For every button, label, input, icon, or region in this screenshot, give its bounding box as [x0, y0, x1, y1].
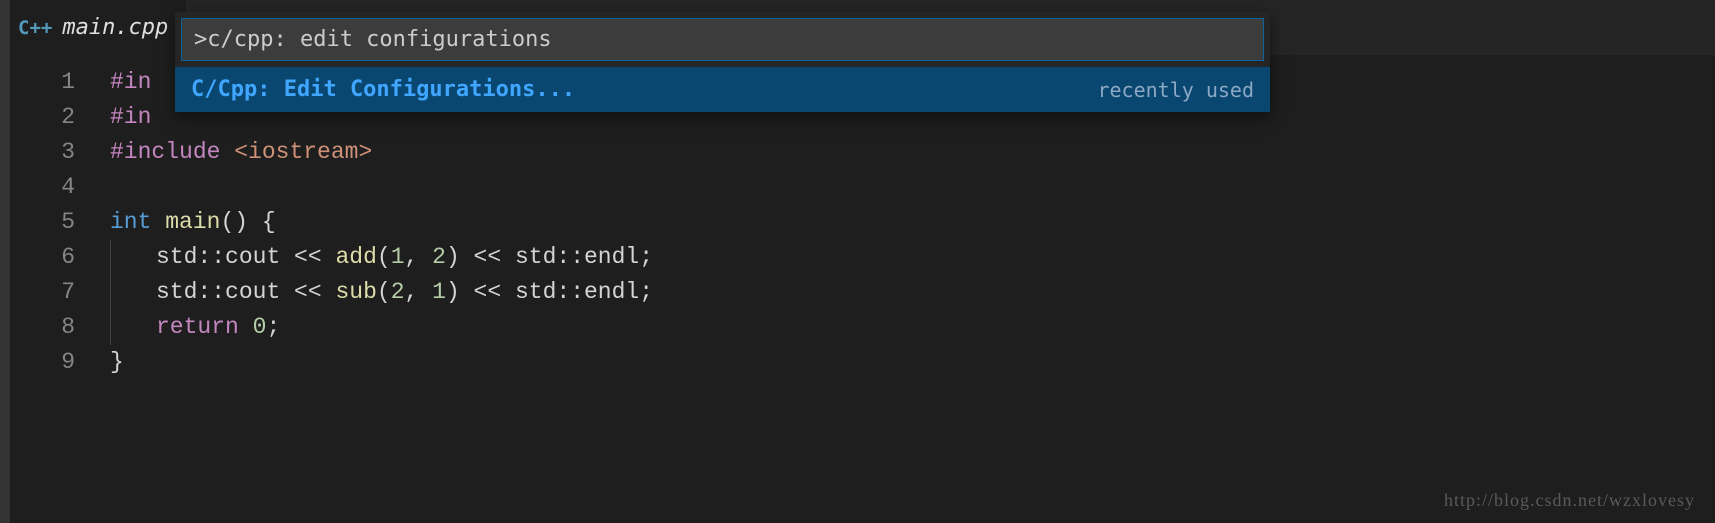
- code-line: #include <iostream>: [110, 135, 1715, 170]
- line-number: 3: [0, 135, 75, 170]
- cpp-icon: C++: [18, 17, 52, 39]
- command-item-hint: recently used: [1097, 78, 1254, 102]
- line-number-gutter: 1 2 3 4 5 6 7 8 9: [0, 65, 110, 380]
- line-number: 6: [0, 240, 75, 275]
- line-number: 7: [0, 275, 75, 310]
- code-line: return 0;: [110, 310, 1715, 345]
- code-content[interactable]: #in #in #include <iostream> int main() {…: [110, 65, 1715, 380]
- command-palette-input[interactable]: [181, 18, 1264, 61]
- line-number: 2: [0, 100, 75, 135]
- line-number: 4: [0, 170, 75, 205]
- line-number: 9: [0, 345, 75, 380]
- code-line: int main() {: [110, 205, 1715, 240]
- code-line: [110, 170, 1715, 205]
- code-line: }: [110, 345, 1715, 380]
- command-palette: C/Cpp: Edit Configurations... recently u…: [175, 12, 1270, 112]
- line-number: 1: [0, 65, 75, 100]
- command-item-label: C/Cpp: Edit Configurations...: [191, 77, 575, 102]
- code-line: std::cout << add(1, 2) << std::endl;: [110, 240, 1715, 275]
- watermark-text: http://blog.csdn.net/wzxlovesy: [1444, 490, 1695, 511]
- line-number: 8: [0, 310, 75, 345]
- code-line: std::cout << sub(2, 1) << std::endl;: [110, 275, 1715, 310]
- activity-bar-strip: [0, 0, 10, 523]
- tab-main-cpp[interactable]: C++ main.cpp: [0, 0, 186, 55]
- line-number: 5: [0, 205, 75, 240]
- command-palette-item[interactable]: C/Cpp: Edit Configurations... recently u…: [175, 67, 1270, 112]
- tab-label: main.cpp: [62, 15, 168, 40]
